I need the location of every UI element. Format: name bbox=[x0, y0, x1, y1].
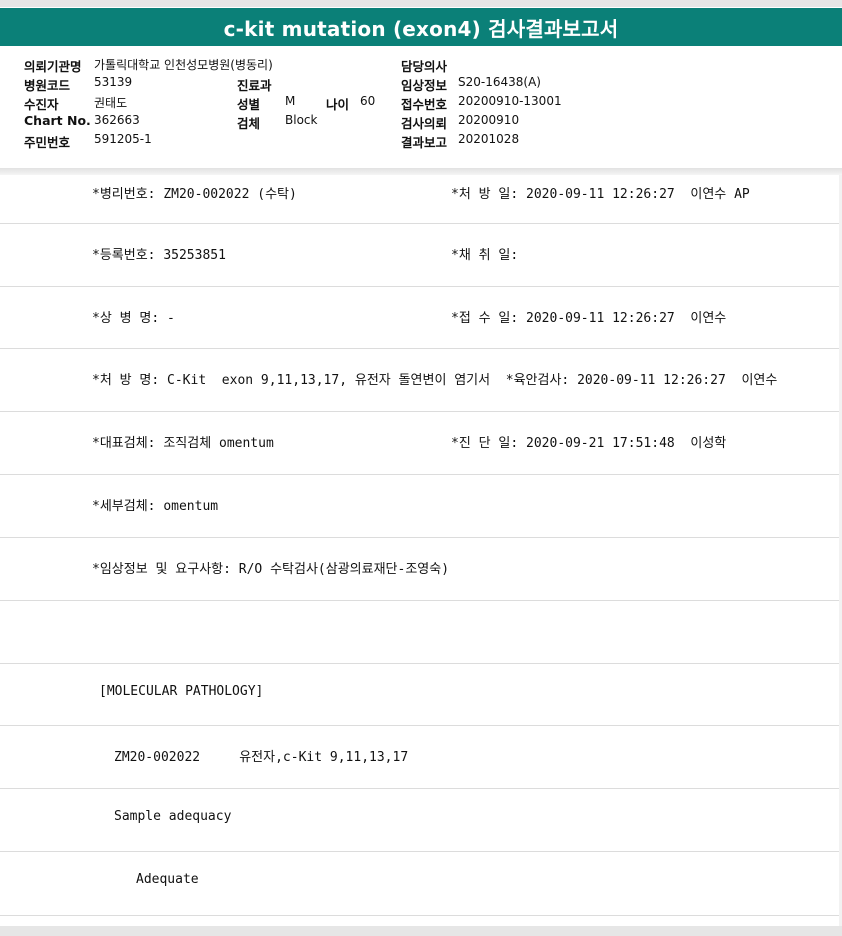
detail-specimen: *세부검체: omentum bbox=[92, 499, 219, 514]
referring-institution-value: 가톨릭대학교 인천성모병원(병동리) bbox=[94, 58, 273, 72]
age-label: 나이 bbox=[326, 97, 350, 112]
report-row: *세부검체: omentum bbox=[0, 475, 842, 538]
report-row: Sample adequacy bbox=[0, 789, 842, 852]
report-date-label: 결과보고 bbox=[401, 135, 448, 150]
resident-id-label: 주민번호 bbox=[24, 135, 71, 150]
report-row: *병리번호: ZM20-002022 (수탁) *처 방 일: 2020-09-… bbox=[0, 175, 842, 224]
header-row: Chart No. 362663 검체 Block 검사의뢰 20200910 bbox=[0, 113, 842, 132]
specimen-value: Block bbox=[285, 113, 318, 127]
receipt-date: *접 수 일: 2020-09-11 12:26:27 이연수 bbox=[451, 311, 727, 326]
report-date-value: 20201028 bbox=[458, 132, 520, 146]
patient-name-value: 권태도 bbox=[94, 96, 128, 110]
hospital-code-value: 53139 bbox=[94, 75, 133, 89]
chart-no-value: 362663 bbox=[94, 113, 140, 127]
bottom-strip bbox=[0, 926, 842, 936]
top-strip bbox=[0, 0, 842, 7]
report-row: [MOLECULAR PATHOLOGY] bbox=[0, 664, 842, 726]
hospital-code-label: 병원코드 bbox=[24, 78, 71, 93]
report-row: *상 병 명: - *접 수 일: 2020-09-11 12:26:27 이연… bbox=[0, 287, 842, 349]
header-row: 의뢰기관명 가톨릭대학교 인천성모병원(병동리) 담당의사 bbox=[0, 56, 842, 75]
patient-name-label: 수진자 bbox=[24, 97, 59, 112]
order-date: *처 방 일: 2020-09-11 12:26:27 이연수 AP bbox=[451, 187, 750, 202]
request-date-value: 20200910 bbox=[458, 113, 520, 127]
report-row: *임상정보 및 요구사항: R/O 수탁검사(삼광의료재단-조영숙) bbox=[0, 538, 842, 601]
test-line: ZM20-002022 유전자,c-Kit 9,11,13,17 bbox=[114, 750, 409, 765]
sample-adequacy-label: Sample adequacy bbox=[114, 809, 232, 824]
representative-specimen: *대표검체: 조직검체 omentum bbox=[92, 436, 274, 451]
clinical-info-label: 임상정보 bbox=[401, 78, 448, 93]
sex-label: 성별 bbox=[237, 97, 261, 112]
resident-id-value: 591205-1 bbox=[94, 132, 152, 146]
report-title-bar: c-kit mutation (exon4) 검사결과보고서 bbox=[0, 8, 842, 46]
department-label: 진료과 bbox=[237, 78, 272, 93]
diagnosis-date: *진 단 일: 2020-09-21 17:51:48 이성학 bbox=[451, 436, 727, 451]
collection-date: *채 취 일: bbox=[451, 248, 519, 263]
report-row: ZM20-002022 유전자,c-Kit 9,11,13,17 bbox=[0, 726, 842, 789]
diagnosis-name: *상 병 명: - bbox=[92, 311, 175, 326]
chart-no-label: Chart No. bbox=[24, 113, 91, 128]
header-row: 병원코드 53139 진료과 임상정보 S20-16438(A) bbox=[0, 75, 842, 94]
header-divider bbox=[0, 168, 842, 175]
pathology-number: *병리번호: ZM20-002022 (수탁) bbox=[92, 187, 297, 202]
report-row: Adequate bbox=[0, 852, 842, 916]
age-value: 60 bbox=[360, 94, 376, 108]
header-row: 주민번호 591205-1 결과보고 20201028 bbox=[0, 132, 842, 151]
sex-value: M bbox=[285, 94, 296, 108]
request-date-label: 검사의뢰 bbox=[401, 116, 448, 131]
report-row: *처 방 명: C-Kit exon 9,11,13,17, 유전자 돌연변이 … bbox=[0, 349, 842, 412]
sample-adequacy-value: Adequate bbox=[136, 872, 199, 887]
clinical-info-value: S20-16438(A) bbox=[458, 75, 541, 89]
doctor-label: 담당의사 bbox=[401, 59, 448, 74]
accession-number-value: 20200910-13001 bbox=[458, 94, 562, 108]
referring-institution-label: 의뢰기관명 bbox=[24, 59, 82, 74]
accession-number-label: 접수번호 bbox=[401, 97, 448, 112]
registration-number: *등록번호: 35253851 bbox=[92, 248, 226, 263]
clinical-requirements: *임상정보 및 요구사항: R/O 수탁검사(삼광의료재단-조영숙) bbox=[92, 562, 450, 577]
report-title: c-kit mutation (exon4) 검사결과보고서 bbox=[223, 16, 619, 41]
order-name: *처 방 명: C-Kit exon 9,11,13,17, 유전자 돌연변이 … bbox=[92, 373, 778, 388]
header-row: 수진자 권태도 성별 M 나이 60 접수번호 20200910-13001 bbox=[0, 94, 842, 113]
patient-info-header: 의뢰기관명 가톨릭대학교 인천성모병원(병동리) 담당의사 병원코드 53139… bbox=[0, 52, 842, 168]
section-heading: [MOLECULAR PATHOLOGY] bbox=[99, 684, 264, 699]
report-row: *대표검체: 조직검체 omentum *진 단 일: 2020-09-21 1… bbox=[0, 412, 842, 475]
report-row: *등록번호: 35253851 *채 취 일: bbox=[0, 224, 842, 287]
specimen-label: 검체 bbox=[237, 116, 261, 131]
report-row bbox=[0, 601, 842, 664]
